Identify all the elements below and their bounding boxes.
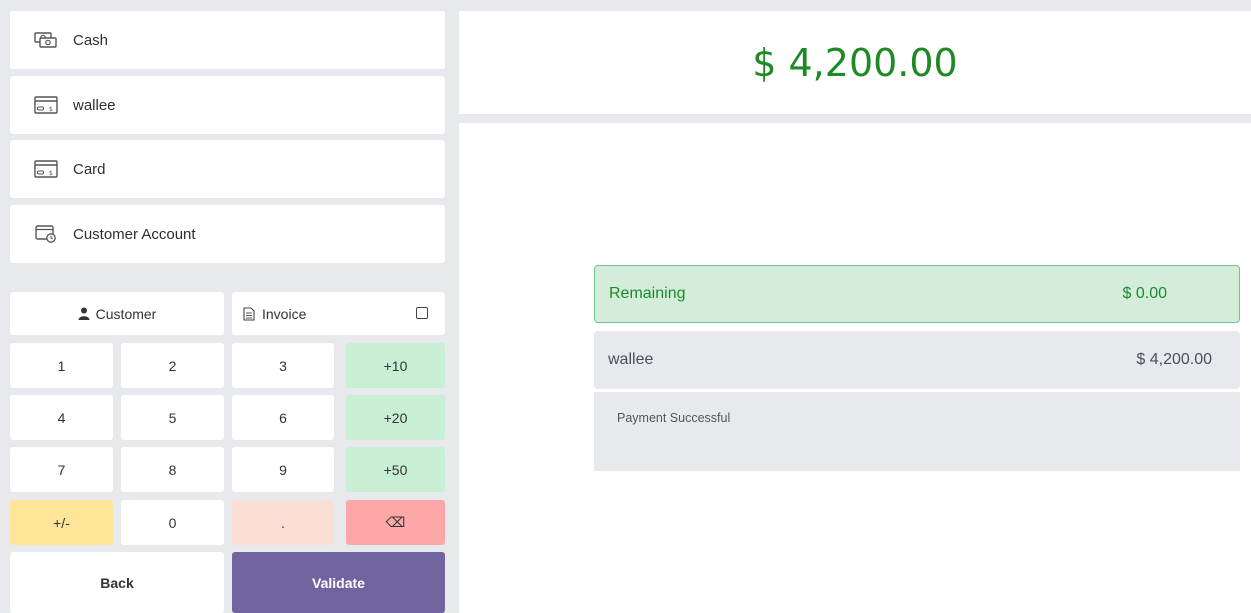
keypad-2[interactable]: 2 — [121, 343, 224, 388]
backspace-icon[interactable]: ⌫ — [346, 500, 445, 545]
keypad-8[interactable]: 8 — [121, 447, 224, 492]
credit-card-icon: $ — [33, 95, 59, 115]
payment-method-cash[interactable]: Cash — [10, 11, 445, 69]
svg-text:$: $ — [49, 106, 53, 113]
payment-status-message: Payment Successful — [594, 392, 1240, 471]
payment-method-wallee[interactable]: $ wallee — [10, 76, 445, 134]
validate-button[interactable]: Validate — [232, 552, 445, 613]
total-amount: $ 4,200.00 — [752, 40, 958, 85]
keypad-plus-minus[interactable]: +/- — [10, 500, 113, 545]
payment-method-label: Card — [73, 160, 106, 178]
customer-button[interactable]: Customer — [10, 292, 224, 335]
keypad-3[interactable]: 3 — [232, 343, 334, 388]
keypad-plus-20[interactable]: +20 — [346, 395, 445, 440]
keypad-1[interactable]: 1 — [10, 343, 113, 388]
customer-label: Customer — [95, 305, 157, 322]
document-icon — [243, 306, 255, 321]
invoice-button[interactable]: Invoice — [232, 292, 445, 335]
payment-line-method: wallee — [608, 351, 654, 368]
payment-method-card[interactable]: $ Card — [10, 140, 445, 198]
payment-method-label: wallee — [73, 96, 116, 114]
invoice-checkbox[interactable] — [416, 307, 428, 319]
payment-line-amount: $ 4,200.00 — [1136, 351, 1212, 368]
payment-method-label: Customer Account — [73, 225, 196, 243]
svg-text:$: $ — [49, 170, 53, 177]
keypad-5[interactable]: 5 — [121, 395, 224, 440]
payment-line[interactable]: wallee $ 4,200.00 — [594, 331, 1240, 389]
keypad-9[interactable]: 9 — [232, 447, 334, 492]
payment-method-customer-account[interactable]: Customer Account — [10, 205, 445, 263]
keypad-0[interactable]: 0 — [121, 500, 224, 545]
user-icon — [78, 307, 90, 320]
keypad-decimal[interactable]: . — [232, 500, 334, 545]
total-display: $ 4,200.00 — [459, 11, 1251, 114]
back-button[interactable]: Back — [10, 552, 224, 613]
keypad-4[interactable]: 4 — [10, 395, 113, 440]
keypad-plus-10[interactable]: +10 — [346, 343, 445, 388]
credit-card-icon: $ — [33, 159, 59, 179]
keypad-plus-50[interactable]: +50 — [346, 447, 445, 492]
remaining-label: Remaining — [609, 285, 686, 302]
remaining-value: $ 0.00 — [1122, 285, 1167, 302]
keypad-7[interactable]: 7 — [10, 447, 113, 492]
payment-method-label: Cash — [73, 31, 109, 49]
customer-account-icon — [33, 224, 59, 244]
payment-status-text: Payment Successful — [617, 411, 731, 425]
invoice-label: Invoice — [262, 305, 307, 322]
payment-panel: Cash $ wallee $ Card Customer Account Cu… — [0, 0, 452, 613]
keypad-6[interactable]: 6 — [232, 395, 334, 440]
remaining-row: Remaining $ 0.00 — [594, 265, 1240, 323]
cash-icon — [33, 30, 59, 50]
